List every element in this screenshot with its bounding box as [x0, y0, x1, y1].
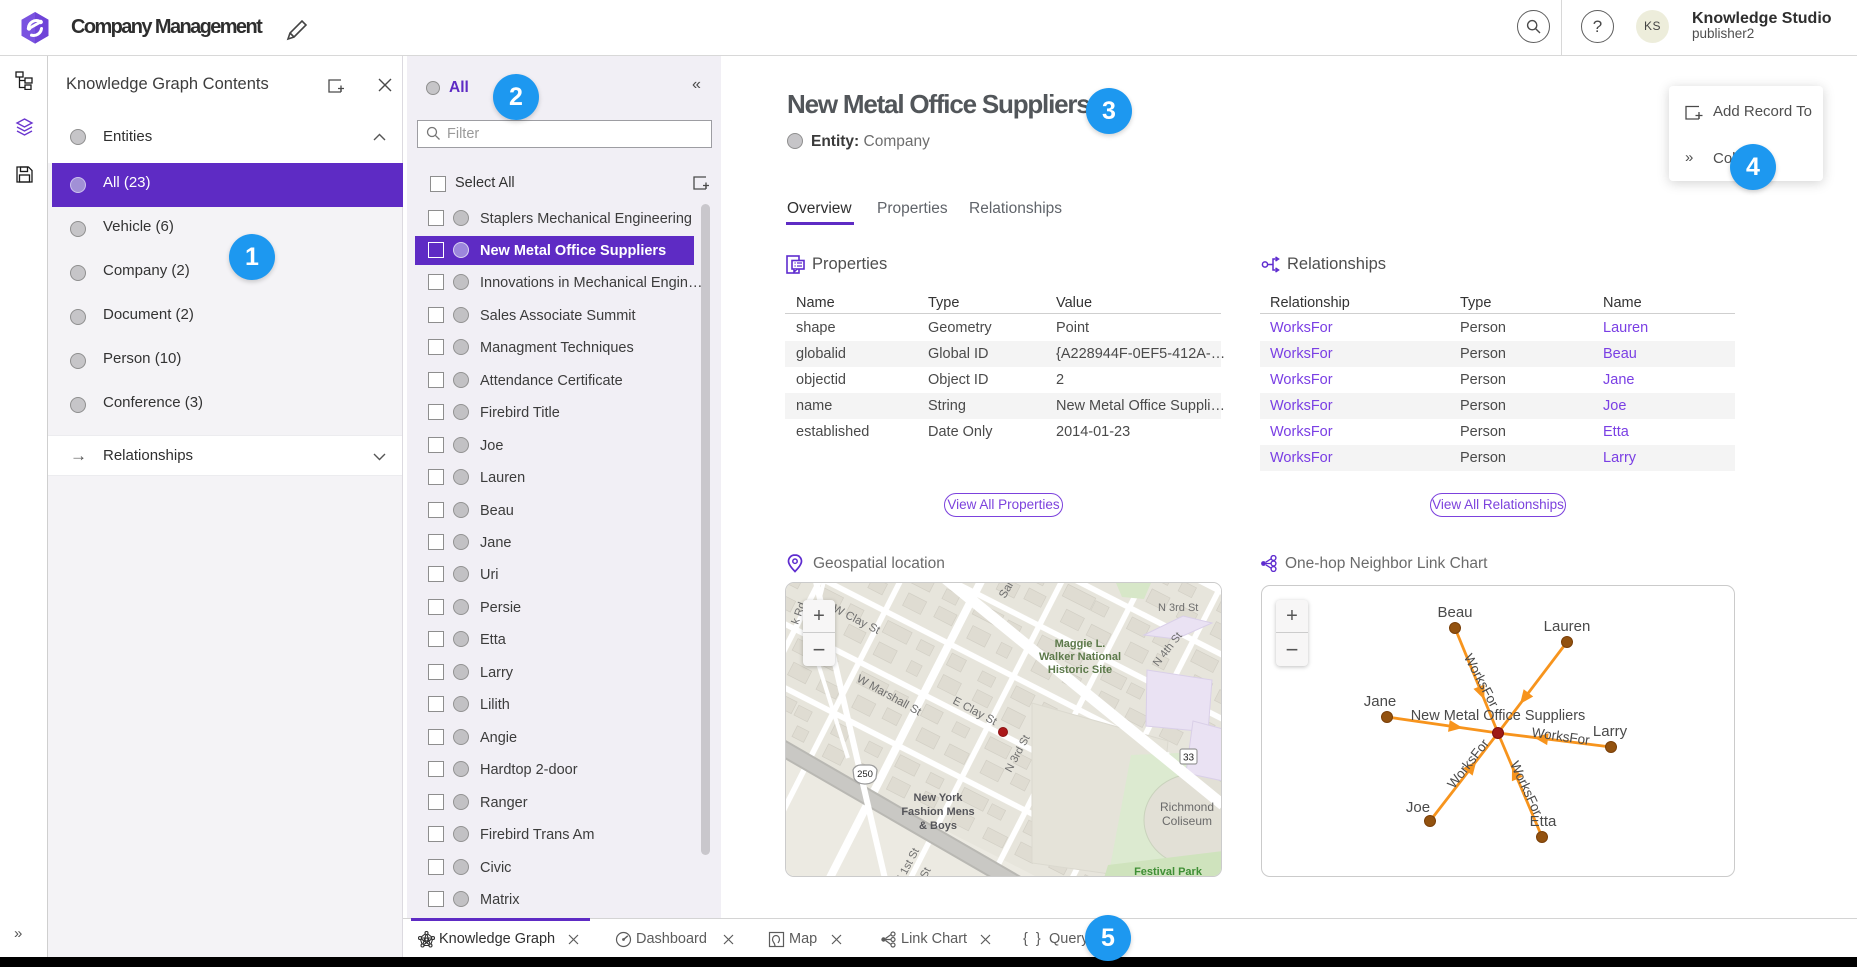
- svg-text:Jane: Jane: [1364, 693, 1397, 710]
- svg-text:Coliseum: Coliseum: [1162, 814, 1212, 828]
- svg-text:WorksFor: WorksFor: [1507, 759, 1545, 819]
- svg-text:Walker National: Walker National: [1039, 651, 1121, 663]
- svg-text:WorksFor: WorksFor: [1461, 651, 1502, 710]
- svg-text:33: 33: [1183, 753, 1195, 764]
- svg-text:Larry: Larry: [1593, 723, 1628, 740]
- svg-text:Festival Park: Festival Park: [1134, 866, 1203, 877]
- svg-text:WorksFor: WorksFor: [1444, 736, 1492, 792]
- svg-text:N 3rd St: N 3rd St: [1158, 602, 1198, 614]
- svg-text:Beau: Beau: [1437, 604, 1472, 621]
- svg-text:Fashion Mens: Fashion Mens: [901, 806, 974, 818]
- svg-text:Lauren: Lauren: [1544, 618, 1591, 635]
- svg-text:Maggie L.: Maggie L.: [1055, 638, 1106, 650]
- svg-text:New Metal Office Suppliers: New Metal Office Suppliers: [1411, 708, 1586, 724]
- svg-text:& Boys: & Boys: [919, 820, 957, 832]
- svg-text:WorksFor: WorksFor: [1531, 725, 1591, 748]
- svg-text:Historic Site: Historic Site: [1048, 664, 1112, 676]
- svg-text:New York: New York: [913, 792, 963, 804]
- svg-text:250: 250: [857, 769, 873, 780]
- svg-text:Joe: Joe: [1406, 799, 1430, 816]
- svg-text:Richmond: Richmond: [1160, 800, 1214, 814]
